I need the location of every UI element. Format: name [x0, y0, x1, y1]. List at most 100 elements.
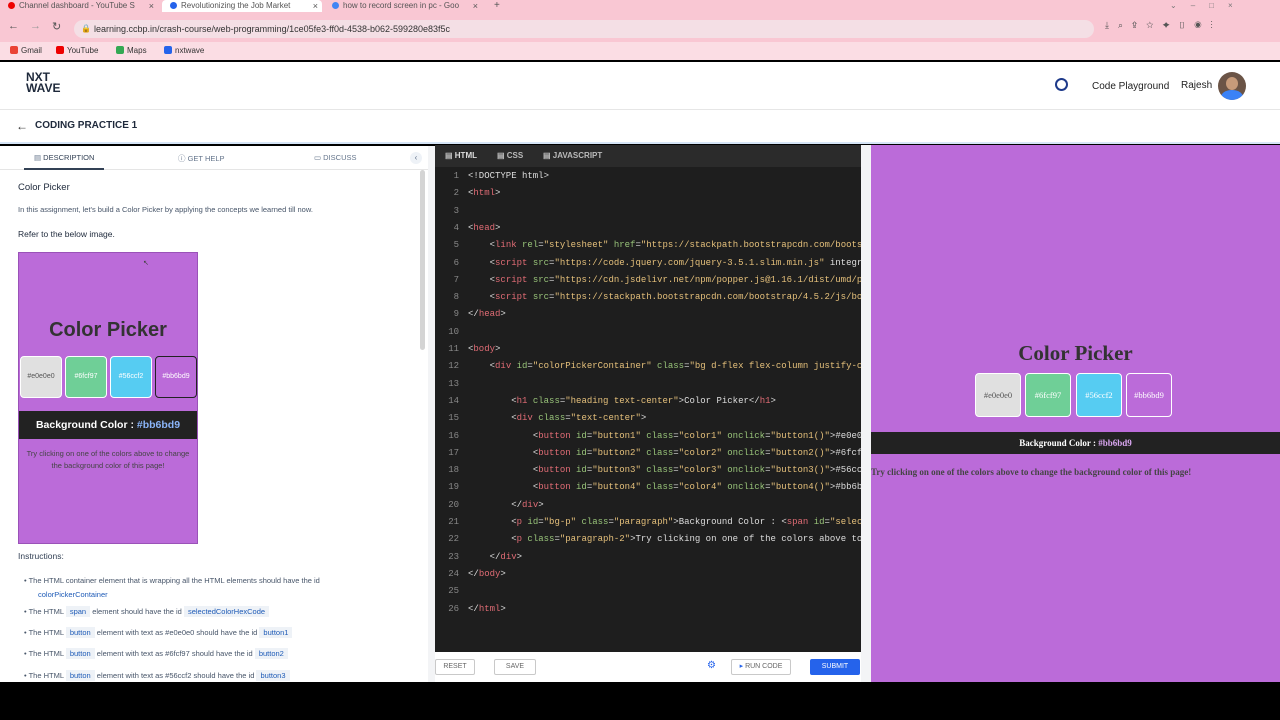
- user-name[interactable]: Rajesh: [1181, 80, 1212, 91]
- instruction-item: • The HTML container element that is wra…: [24, 576, 320, 599]
- sample-swatch-blue: #56ccf2: [110, 356, 152, 398]
- code-line[interactable]: <p class="paragraph-2">Try clicking on o…: [468, 531, 861, 548]
- preview-splitter[interactable]: [861, 145, 871, 682]
- file-icon: ▤: [543, 151, 553, 160]
- line-number: 23: [448, 551, 459, 562]
- collapse-icon[interactable]: ‹: [410, 152, 422, 164]
- code-editor[interactable]: ▤ HTML ▤ CSS ▤ JAVASCRIPT 1 <!DOCTYPE htm…: [435, 145, 861, 652]
- browser-tab-active[interactable]: Revolutionizing the Job Market ×: [162, 0, 322, 12]
- settings-icon[interactable]: ⚙: [707, 660, 716, 671]
- browser-tab[interactable]: how to record screen in pc - Goo ×: [332, 0, 482, 12]
- back-arrow-icon[interactable]: ←: [16, 119, 28, 133]
- help-icon: ⓘ: [178, 154, 188, 163]
- screen-bottom: [0, 682, 1280, 720]
- chat-icon: ▭: [314, 153, 324, 162]
- submit-button[interactable]: SUBMIT: [810, 659, 860, 675]
- preview-bg-bar: Background Color : #bb6bd9: [871, 432, 1280, 454]
- bookmark-maps[interactable]: Maps: [116, 46, 147, 55]
- close-icon[interactable]: ×: [313, 0, 318, 12]
- bookmark-youtube[interactable]: YouTube: [56, 46, 98, 55]
- reset-button[interactable]: RESET: [435, 659, 475, 675]
- description-panel: ▤ DESCRIPTION ⓘ GET HELP ▭ DISCUSS ‹ Col…: [0, 146, 428, 682]
- code-line[interactable]: <div id="colorPickerContainer" class="bg…: [468, 358, 861, 375]
- preview-button3[interactable]: #56ccf2: [1076, 373, 1122, 417]
- panel-splitter[interactable]: [428, 146, 435, 682]
- code-lines[interactable]: 1 <!DOCTYPE html> 2 <html> 3 4 <head> 5 <link r…: [435, 168, 861, 648]
- nxtwave-logo[interactable]: NXT WAVE: [26, 71, 60, 94]
- avatar[interactable]: [1218, 72, 1246, 100]
- window-controls[interactable]: ⌄–□×: [1170, 0, 1270, 12]
- preview-hint: Try clicking on one of the colors above …: [871, 467, 1192, 477]
- code-line[interactable]: <!DOCTYPE html>: [468, 168, 549, 185]
- new-tab-button[interactable]: +: [494, 0, 506, 12]
- tab-description[interactable]: ▤ DESCRIPTION: [34, 153, 94, 162]
- preview-button1[interactable]: #e0e0e0: [975, 373, 1021, 417]
- book-icon: ▤: [34, 153, 44, 162]
- preview-title: Color Picker: [1018, 341, 1133, 365]
- code-line[interactable]: </html>: [468, 601, 506, 618]
- reload-icon[interactable]: ↻: [52, 20, 61, 33]
- preview-button4[interactable]: #bb6bd9: [1126, 373, 1172, 417]
- tab-html[interactable]: ▤ HTML: [445, 145, 477, 167]
- code-playground-link[interactable]: Code Playground: [1092, 81, 1169, 92]
- code-line[interactable]: </body>: [468, 566, 506, 583]
- code-line[interactable]: </div>: [468, 549, 522, 566]
- youtube-icon: [56, 46, 64, 54]
- line-number: 25: [448, 586, 459, 597]
- line-number: 5: [453, 240, 459, 251]
- code-line[interactable]: </head>: [468, 306, 506, 323]
- tab-css[interactable]: ▤ CSS: [497, 145, 523, 167]
- browser-toolbar-icons[interactable]: ⤓⌕⇪☆✦▯◉⋮: [1105, 20, 1222, 31]
- tab-get-help[interactable]: ⓘ GET HELP: [178, 153, 225, 164]
- tab-discuss[interactable]: ▭ DISCUSS: [314, 153, 357, 162]
- editor-tabs: ▤ HTML ▤ CSS ▤ JAVASCRIPT: [435, 145, 861, 167]
- forward-arrow-icon[interactable]: →: [30, 20, 41, 32]
- save-button[interactable]: SAVE: [494, 659, 536, 675]
- code-line[interactable]: <script src="https://cdn.jsdelivr.net/np…: [468, 272, 861, 289]
- lock-icon: 🔒: [81, 24, 91, 33]
- url-input[interactable]: 🔒 learning.ccbp.in/crash-course/web-prog…: [74, 20, 1094, 38]
- line-number: 26: [448, 603, 459, 614]
- line-number: 4: [453, 222, 459, 233]
- back-arrow-icon[interactable]: ←: [8, 20, 19, 32]
- code-line[interactable]: <div class="text-center">: [468, 410, 646, 427]
- sample-title: Color Picker: [49, 319, 167, 341]
- bookmark-nxtwave[interactable]: nxtwave: [164, 46, 204, 55]
- code-line[interactable]: <p id="bg-p" class="paragraph">Backgroun…: [468, 514, 861, 531]
- code-line[interactable]: <h1 class="heading text-center">Color Pi…: [468, 393, 776, 410]
- code-line[interactable]: </div>: [468, 497, 543, 514]
- line-number: 11: [448, 344, 459, 354]
- instruction-item: • The HTML button element with text as #…: [24, 670, 414, 681]
- code-line[interactable]: <script src="https://code.jquery.com/jqu…: [468, 255, 861, 272]
- tab-javascript[interactable]: ▤ JAVASCRIPT: [543, 145, 602, 167]
- run-code-button[interactable]: ▸ RUN CODE: [731, 659, 791, 675]
- line-number: 7: [453, 274, 459, 285]
- code-line[interactable]: <body>: [468, 341, 500, 358]
- code-line[interactable]: <head>: [468, 220, 500, 237]
- line-number: 1: [453, 171, 459, 181]
- sample-swatch-green: #6fcf97: [65, 356, 107, 398]
- timer-icon[interactable]: [1055, 78, 1068, 91]
- code-line[interactable]: <link rel="stylesheet" href="https://sta…: [468, 237, 861, 254]
- preview-button2[interactable]: #6fcf97: [1025, 373, 1071, 417]
- code-line[interactable]: <button id="button3" class="color3" oncl…: [468, 462, 861, 479]
- close-icon[interactable]: ×: [473, 0, 478, 12]
- sample-swatch-purple: #bb6bd9: [155, 356, 197, 398]
- close-icon[interactable]: ×: [149, 0, 154, 12]
- description-scrollbar[interactable]: [420, 170, 425, 350]
- problem-heading: Color Picker: [18, 182, 70, 193]
- code-line[interactable]: <button id="button1" class="color1" oncl…: [468, 428, 861, 445]
- line-number: 21: [448, 517, 459, 527]
- instructions-label: Instructions:: [18, 551, 64, 561]
- code-line[interactable]: <button id="button4" class="color4" oncl…: [468, 479, 861, 496]
- site-header: NXT WAVE Code Playground Rajesh: [0, 62, 1280, 110]
- sample-swatch-grey: #e0e0e0: [20, 356, 62, 398]
- code-line[interactable]: <button id="button2" class="color2" oncl…: [468, 445, 861, 462]
- bookmark-gmail[interactable]: Gmail: [10, 46, 42, 55]
- browser-tab[interactable]: Channel dashboard - YouTube S ×: [8, 0, 158, 12]
- code-line[interactable]: <script src="https://stackpath.bootstrap…: [468, 289, 861, 306]
- line-number: 3: [453, 205, 459, 216]
- line-number: 9: [453, 309, 459, 320]
- bookmarks-bar: Gmail YouTube Maps nxtwave: [0, 42, 1280, 60]
- code-line[interactable]: <html>: [468, 185, 500, 202]
